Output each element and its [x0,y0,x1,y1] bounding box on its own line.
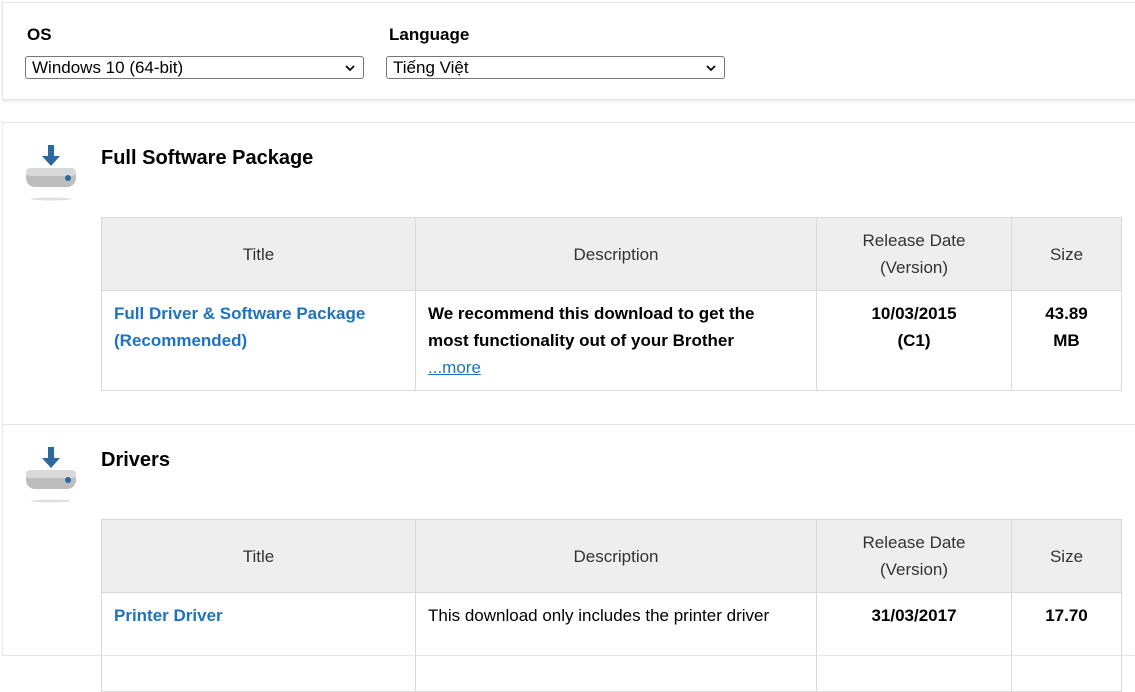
language-label: Language [389,25,470,44]
table-row: Printer Driver This download only includ… [101,592,1122,692]
header-release-date: Release Date (Version) [816,519,1012,593]
header-description: Description [415,519,817,593]
chevron-down-icon [345,65,355,72]
table-header-row: Title Description Release Date (Version)… [101,217,1122,291]
cell-title: Full Driver & Software Package (Recommend… [101,290,416,391]
section-full-software-package: Full Software Package Title Description … [2,122,1135,426]
filter-bar: OS Windows 10 (64-bit) Language Tiếng Vi… [2,2,1135,100]
header-release-date: Release Date (Version) [816,217,1012,291]
table-row: Full Driver & Software Package (Recommend… [101,290,1122,391]
downloads-table: Title Description Release Date (Version)… [101,519,1122,692]
header-title: Title [101,217,416,291]
cell-description: We recommend this download to get the mo… [415,290,817,391]
cell-release-date: 31/03/2017 [816,592,1012,692]
more-link[interactable]: ...more [428,358,481,377]
section-title: Drivers [101,449,170,471]
cell-title: Printer Driver [101,592,416,692]
cell-description: This download only includes the printer … [415,592,817,692]
download-title-link[interactable]: Full Driver & Software Package (Recommend… [114,304,365,350]
language-select-value: Tiếng Việt [393,58,469,77]
cell-size: 17.70 [1011,592,1122,692]
cell-release-date: 10/03/2015 (C1) [816,290,1012,391]
download-title-link[interactable]: Printer Driver [114,606,223,625]
os-select[interactable]: Windows 10 (64-bit) [25,56,364,79]
section-title: Full Software Package [101,147,314,169]
language-select[interactable]: Tiếng Việt [386,56,725,79]
header-description: Description [415,217,817,291]
chevron-down-icon [706,65,716,72]
cell-size: 43.89 MB [1011,290,1122,391]
download-drive-icon [26,447,76,503]
os-label: OS [27,25,52,44]
header-size: Size [1011,217,1122,291]
table-header-row: Title Description Release Date (Version)… [101,519,1122,593]
os-select-value: Windows 10 (64-bit) [32,58,184,77]
downloads-table: Title Description Release Date (Version)… [101,217,1122,391]
header-size: Size [1011,519,1122,593]
download-drive-icon [26,145,76,201]
section-drivers: Drivers Title Description Release Date (… [2,424,1135,692]
header-title: Title [101,519,416,593]
